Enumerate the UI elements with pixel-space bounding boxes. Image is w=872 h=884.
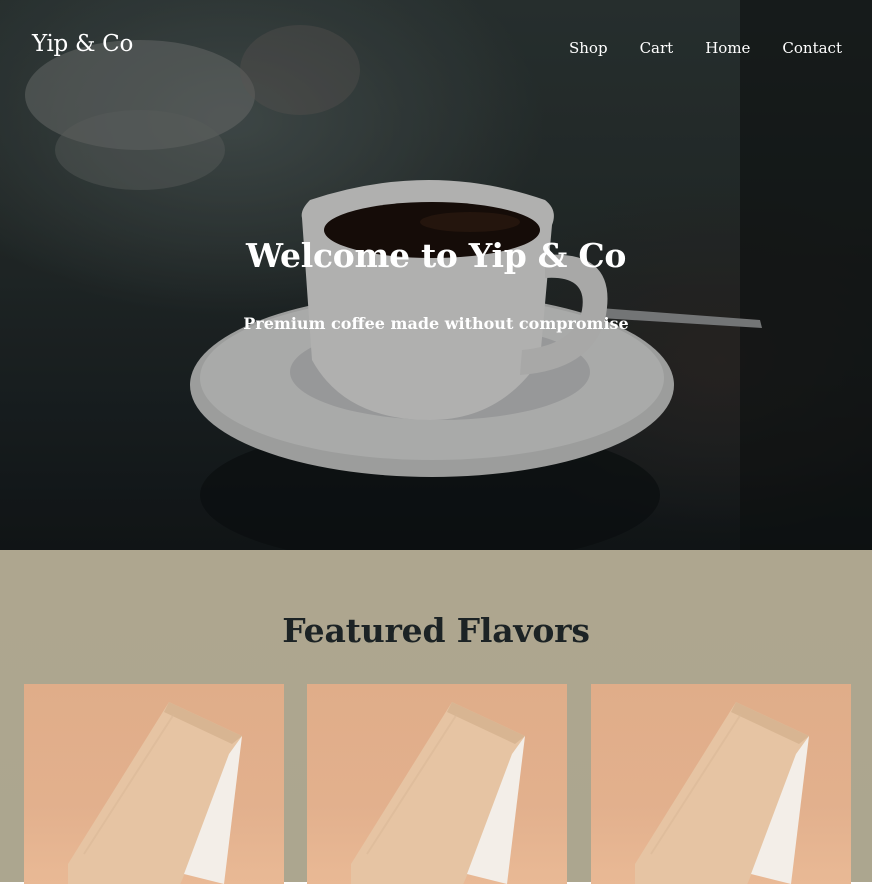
featured-title: Featured Flavors — [282, 611, 590, 650]
hero-banner: Yip & Co Shop Cart Home Contact Welcome … — [0, 0, 872, 550]
coffee-bag-image — [351, 702, 525, 884]
product-card-1[interactable] — [24, 684, 284, 884]
nav-contact[interactable]: Contact — [782, 39, 842, 57]
hero-title: Welcome to Yip & Co — [245, 236, 627, 275]
nav-links: Shop Cart Home Contact — [569, 39, 842, 57]
hero-subtitle: Premium coffee made without compromise — [243, 314, 629, 333]
product-card-3[interactable] — [591, 684, 851, 884]
featured-section: Featured Flavors — [0, 550, 872, 884]
coffee-bag-image — [68, 702, 242, 884]
navbar: Yip & Co Shop Cart Home Contact — [0, 0, 872, 98]
product-card-2[interactable] — [307, 684, 567, 884]
nav-cart[interactable]: Cart — [640, 39, 674, 57]
nav-shop[interactable]: Shop — [569, 39, 608, 57]
coffee-bag-image — [635, 702, 809, 884]
nav-home[interactable]: Home — [705, 39, 750, 57]
brand-logo[interactable]: Yip & Co — [32, 31, 133, 57]
